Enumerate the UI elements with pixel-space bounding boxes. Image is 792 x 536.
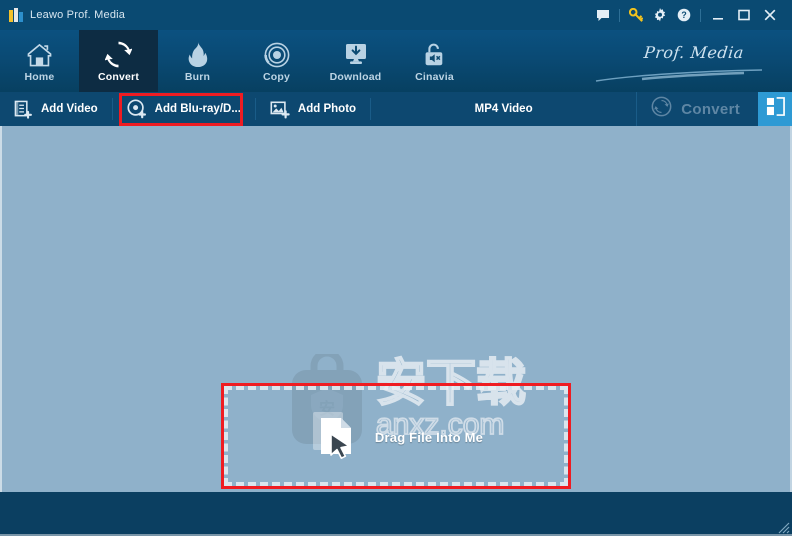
key-icon[interactable]: [624, 3, 648, 27]
add-video-label: Add Video: [41, 103, 98, 115]
brand-logo: Prof. Media: [595, 43, 763, 82]
output-format-selector[interactable]: MP4 Video: [409, 92, 599, 126]
action-toolbar: Add Video Add Blu-ray/D... Add Photo MP4…: [0, 92, 792, 126]
window-title: Leawo Prof. Media: [30, 9, 126, 21]
nav-label: Home: [24, 70, 55, 83]
title-bar: Leawo Prof. Media ?: [0, 0, 792, 30]
brand-text: Prof. Media: [643, 43, 745, 62]
disc-plus-icon: [127, 99, 147, 119]
nav-label: Convert: [97, 70, 140, 83]
download-icon: [343, 40, 369, 68]
panel-toggle-button[interactable]: [758, 92, 792, 126]
convert-button[interactable]: Convert: [636, 92, 758, 126]
nav-item-copy[interactable]: Copy: [237, 30, 316, 92]
nav-item-cinavia[interactable]: Cinavia: [395, 30, 474, 92]
nav-item-download[interactable]: Download: [316, 30, 395, 92]
drop-zone-inner: Drag File Into Me: [221, 383, 571, 489]
status-bar: [0, 492, 792, 536]
disc-icon: [263, 40, 290, 68]
brand-swoosh-icon: [594, 69, 764, 83]
add-bluray-label: Add Blu-ray/D...: [154, 103, 241, 115]
divider: [700, 8, 701, 22]
photo-plus-icon: [270, 100, 290, 119]
nav-label: Copy: [262, 70, 291, 83]
nav-label: Download: [329, 70, 382, 83]
gear-icon[interactable]: [648, 3, 672, 27]
divider: [619, 8, 620, 22]
film-plus-icon: [14, 100, 33, 119]
maximize-icon[interactable]: [731, 3, 757, 27]
help-circle-icon[interactable]: ?: [672, 3, 696, 27]
minimize-icon[interactable]: [705, 3, 731, 27]
convert-circle-icon: [651, 96, 672, 122]
title-bar-controls: ?: [591, 3, 792, 27]
drop-zone-label: Drag File Into Me: [374, 429, 484, 445]
nav-brand-area: Prof. Media: [474, 30, 792, 92]
resize-grip-icon[interactable]: [776, 520, 790, 534]
flame-icon: [186, 40, 210, 68]
main-content: 安 安下载 anxz.com Drag File Into Me: [0, 126, 792, 492]
convert-label: Convert: [681, 100, 741, 118]
toolbar-spacer-2: [599, 92, 637, 126]
main-nav: Home Convert Burn Copy Download Cinavia …: [0, 30, 792, 92]
svg-text:?: ?: [681, 10, 686, 20]
app-window: Leawo Prof. Media ? Home Convert Burn Co…: [0, 0, 792, 536]
close-icon[interactable]: [757, 3, 783, 27]
add-photo-label: Add Photo: [297, 103, 357, 115]
nav-label: Cinavia: [415, 70, 454, 83]
add-video-button[interactable]: Add Video: [0, 92, 112, 126]
nav-item-convert[interactable]: Convert: [79, 30, 158, 92]
nav-item-home[interactable]: Home: [0, 30, 79, 92]
add-photo-button[interactable]: Add Photo: [256, 92, 370, 126]
add-bluray-button[interactable]: Add Blu-ray/D...: [113, 92, 255, 126]
drop-zone[interactable]: Drag File Into Me: [221, 383, 571, 489]
file-cursor-icon: [309, 408, 365, 464]
output-format-label: MP4 Video: [474, 103, 533, 115]
unlock-mute-icon: [422, 40, 447, 68]
nav-label: Burn: [184, 70, 211, 83]
nav-item-burn[interactable]: Burn: [158, 30, 237, 92]
content-edge-left: [0, 126, 2, 536]
panel-layout-icon: [766, 97, 785, 121]
home-icon: [26, 40, 53, 68]
chat-bubble-icon[interactable]: [591, 3, 615, 27]
leawo-logo-icon: [9, 8, 23, 22]
convert-icon: [105, 40, 132, 68]
